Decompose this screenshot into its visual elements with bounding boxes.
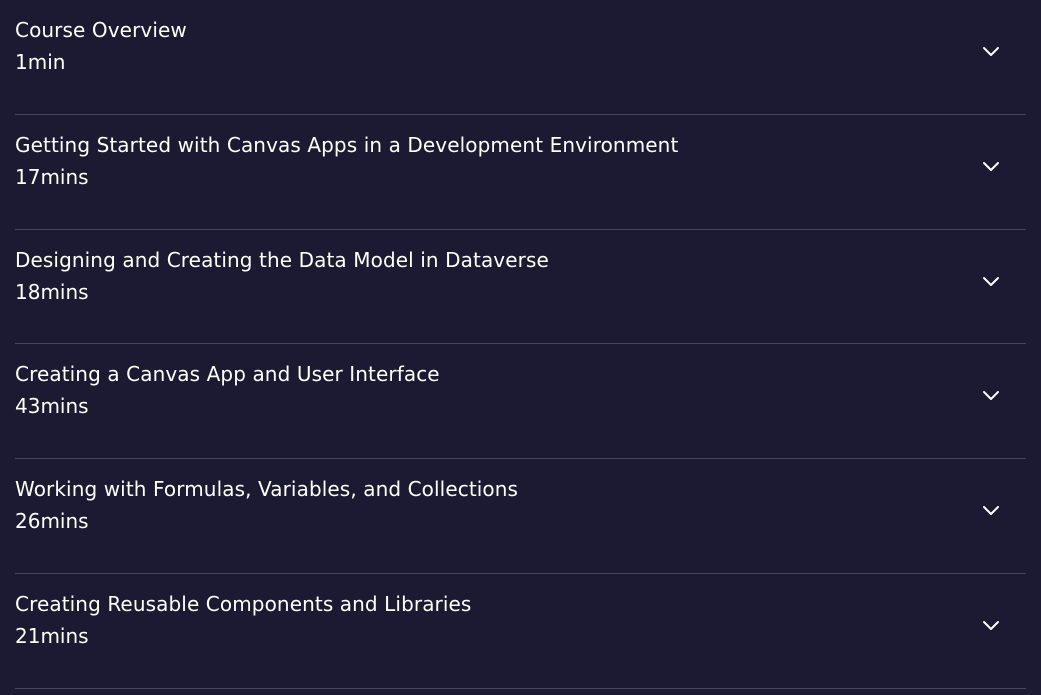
module-title: Creating Reusable Components and Librari… bbox=[15, 591, 472, 616]
chevron-down-icon[interactable] bbox=[981, 385, 1001, 405]
module-title: Creating a Canvas App and User Interface bbox=[15, 362, 440, 387]
module-title: Designing and Creating the Data Model in… bbox=[15, 247, 549, 272]
module-duration: 26mins bbox=[15, 509, 89, 534]
module-accordion-item[interactable]: Course Overview 1min bbox=[15, 0, 1026, 115]
chevron-down-icon[interactable] bbox=[981, 156, 1001, 176]
module-accordion-item[interactable]: Working with Formulas, Variables, and Co… bbox=[15, 459, 1026, 574]
module-accordion-item[interactable]: Designing and Creating the Data Model in… bbox=[15, 230, 1026, 345]
module-title: Working with Formulas, Variables, and Co… bbox=[15, 477, 519, 502]
chevron-down-icon[interactable] bbox=[981, 271, 1001, 291]
module-accordion-item[interactable]: Getting Started with Canvas Apps in a De… bbox=[15, 115, 1026, 230]
chevron-down-icon[interactable] bbox=[981, 500, 1001, 520]
chevron-down-icon[interactable] bbox=[981, 615, 1001, 635]
module-title: Course Overview bbox=[15, 18, 187, 42]
module-duration: 1min bbox=[15, 50, 66, 74]
module-duration: 43mins bbox=[15, 394, 89, 419]
module-title: Getting Started with Canvas Apps in a De… bbox=[15, 132, 679, 157]
module-duration: 17mins bbox=[15, 164, 89, 189]
module-duration: 21mins bbox=[15, 623, 89, 648]
chevron-down-icon[interactable] bbox=[981, 41, 1001, 61]
module-accordion-item[interactable]: Creating a Canvas App and User Interface… bbox=[15, 344, 1026, 460]
module-accordion-item[interactable]: Creating Reusable Components and Librari… bbox=[15, 574, 1026, 689]
module-duration: 18mins bbox=[15, 279, 89, 304]
course-module-list: Course Overview 1min Getting Started wit… bbox=[0, 0, 1041, 695]
